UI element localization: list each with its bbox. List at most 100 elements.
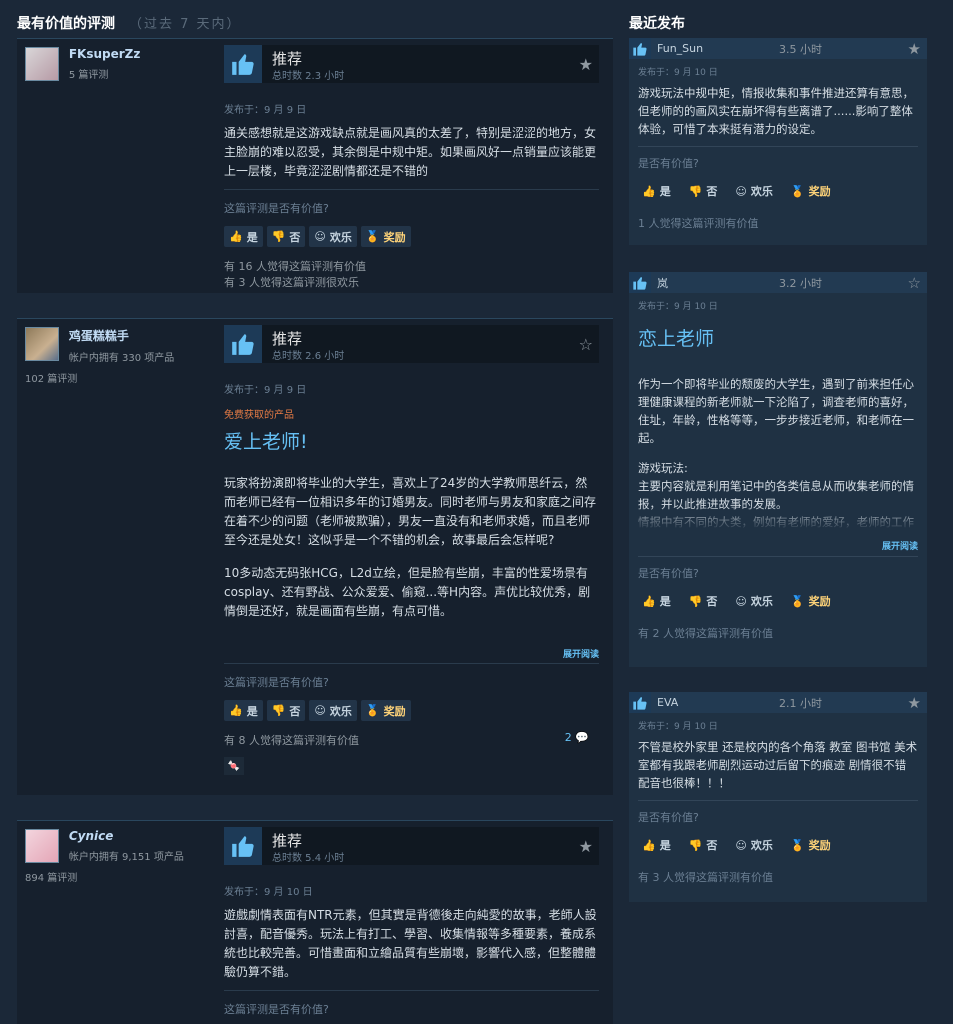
thumbs-up-icon: 👍 xyxy=(642,838,656,852)
recent-heading: 恋上老师 xyxy=(638,328,715,350)
thumbs-up-icon xyxy=(629,692,651,713)
recommend-label: 推荐 xyxy=(272,330,303,348)
author-review-count[interactable]: 102 篇评测 xyxy=(25,370,215,385)
recent-text: 作为一个即将毕业的颓废的大学生，遇到了前来担任心理健康课程的新老师就一下沦陷了，… xyxy=(638,377,914,445)
comment-icon: 💬 xyxy=(575,731,589,744)
divider xyxy=(224,189,599,190)
vote-no-button[interactable]: 👎 否 xyxy=(266,226,306,247)
recommendation-box: 推荐 总时数 2.6 小时 ☆ xyxy=(224,325,599,363)
recent-review-card: EVA 2.1 小时 ★ 发布于：9 月 10 日 不管是校外家里 还是校内的各… xyxy=(629,692,927,902)
helpful-question: 这篇评测是否有价值? xyxy=(224,202,329,215)
helpful-count: 有 8 人觉得这篇评测有价值 xyxy=(224,734,359,747)
helpful-count: 有 3 人觉得这篇评测有价值 xyxy=(638,871,773,884)
helpful-question: 这篇评测是否有价值? xyxy=(224,1003,329,1016)
expand-link[interactable]: 展开阅读 xyxy=(638,539,918,552)
award-icon: 🏅 xyxy=(790,838,805,852)
vote-no-button[interactable]: 👎 否 xyxy=(266,700,306,721)
award-button[interactable]: 🏅 奖励 xyxy=(360,226,411,247)
vote-no-button[interactable]: 👎 否 xyxy=(685,183,722,199)
award-button[interactable]: 🏅 奖励 xyxy=(787,593,835,609)
vote-yes-button[interactable]: 👍 是 xyxy=(638,183,675,199)
star-icon[interactable]: ★ xyxy=(579,55,593,74)
recent-author[interactable]: 岚 xyxy=(657,275,668,291)
author-products[interactable]: 帐户内拥有 330 项产品 xyxy=(69,349,174,364)
author-name[interactable]: 鸡蛋糕糕手 xyxy=(69,327,174,344)
thumbs-down-icon: 👎 xyxy=(688,838,703,852)
vote-funny-label: 欢乐 xyxy=(750,185,773,198)
thumbs-up-icon: 👍 xyxy=(229,230,243,243)
vote-yes-button[interactable]: 👍 是 xyxy=(224,226,263,247)
vote-funny-label: 欢乐 xyxy=(750,595,773,608)
divider xyxy=(638,556,918,557)
helpful-question: 是否有价值? xyxy=(638,811,699,824)
recent-playtime: 3.5 小时 xyxy=(779,42,822,56)
received-award-icon[interactable]: 🍬 xyxy=(224,757,244,775)
award-button[interactable]: 🏅 奖励 xyxy=(360,700,411,721)
most-helpful-title: 最有价值的评测 （过去 7 天内） xyxy=(17,13,242,33)
posted-date: 发布于：9 月 10 日 xyxy=(224,887,313,898)
avatar[interactable] xyxy=(25,327,59,361)
avatar[interactable] xyxy=(25,47,59,81)
author-review-count[interactable]: 5 篇评测 xyxy=(69,66,141,81)
vote-yes-button[interactable]: 👍 是 xyxy=(638,593,675,609)
author-products[interactable]: 帐户内拥有 9,151 项产品 xyxy=(69,848,184,863)
smiley-icon: ☺ xyxy=(314,230,326,243)
recent-text-2: 游戏玩法: 主要内容就是利用笔记中的各类信息从而收集老师的情报，并以此推进故事的… xyxy=(638,459,918,531)
vote-funny-button[interactable]: ☺ 欢乐 xyxy=(731,183,776,199)
star-icon[interactable]: ☆ xyxy=(908,274,921,292)
vote-funny-button[interactable]: ☺ 欢乐 xyxy=(731,593,776,609)
award-button[interactable]: 🏅 奖励 xyxy=(787,837,835,853)
thumbs-up-icon xyxy=(224,45,262,83)
vote-funny-button[interactable]: ☺ 欢乐 xyxy=(731,837,776,853)
review-heading: 爱上老师! xyxy=(224,431,308,453)
review-card: FKsuperZz 5 篇评测 推荐 总时数 2.3 小时 ★ 发布于：9 月 … xyxy=(17,38,613,293)
vote-funny-button[interactable]: ☺ 欢乐 xyxy=(309,700,357,721)
award-icon: 🏅 xyxy=(365,230,380,243)
recent-author[interactable]: Fun_Sun xyxy=(657,42,703,55)
star-icon[interactable]: ☆ xyxy=(579,335,593,354)
vote-no-label: 否 xyxy=(706,595,718,608)
author-name[interactable]: FKsuperZz xyxy=(69,47,141,61)
star-icon[interactable]: ★ xyxy=(908,40,921,58)
vote-yes-label: 是 xyxy=(246,704,258,718)
award-icon: 🏅 xyxy=(790,184,805,198)
award-label: 奖励 xyxy=(808,595,831,608)
smiley-icon: ☺ xyxy=(314,704,326,717)
review-text: 遊戲劇情表面有NTR元素，但其實是背德後走向純愛的故事，老師人設討喜，配音優秀。… xyxy=(224,908,597,979)
thumbs-up-icon xyxy=(224,325,262,363)
review-text-2: 10多动态无码张HCG，L2d立绘，但是脸有些崩，丰富的性爱场景有cosplay… xyxy=(224,566,591,618)
award-label: 奖励 xyxy=(808,185,831,198)
thumbs-up-icon xyxy=(629,38,651,59)
vote-yes-label: 是 xyxy=(659,595,671,608)
star-icon[interactable]: ★ xyxy=(908,694,921,712)
award-icon: 🏅 xyxy=(790,594,805,608)
thumbs-up-icon: 👍 xyxy=(642,184,656,198)
recent-posted: 发布于：9 月 10 日 xyxy=(638,302,718,312)
comment-count: 2 xyxy=(564,731,572,744)
thumbs-up-icon xyxy=(629,272,651,293)
review-text: 通关感想就是这游戏缺点就是画风真的太差了，特别是涩涩的地方，女主脸崩的难以忍受，… xyxy=(224,126,597,178)
review-author[interactable]: FKsuperZz 5 篇评测 xyxy=(25,47,215,81)
avatar[interactable] xyxy=(25,829,59,863)
thumbs-down-icon: 👎 xyxy=(271,230,286,243)
review-card: 鸡蛋糕糕手 帐户内拥有 330 项产品 102 篇评测 推荐 总时数 2.6 小… xyxy=(17,318,613,795)
author-name[interactable]: Cynice xyxy=(69,829,184,843)
expand-link[interactable]: 展开阅读 xyxy=(224,647,599,660)
vote-no-button[interactable]: 👎 否 xyxy=(685,593,722,609)
playtime: 总时数 5.4 小时 xyxy=(272,853,345,864)
award-button[interactable]: 🏅 奖励 xyxy=(787,183,835,199)
vote-yes-button[interactable]: 👍 是 xyxy=(224,700,263,721)
vote-no-button[interactable]: 👎 否 xyxy=(685,837,722,853)
vote-yes-button[interactable]: 👍 是 xyxy=(638,837,675,853)
recent-text: 游戏玩法中规中矩，情报收集和事件推进还算有意思，但老师的的画风实在崩坏得有些离谱… xyxy=(638,86,914,136)
review-author[interactable]: Cynice 帐户内拥有 9,151 项产品 894 篇评测 xyxy=(25,829,215,884)
recent-author[interactable]: EVA xyxy=(657,696,678,709)
vote-funny-button[interactable]: ☺ 欢乐 xyxy=(309,226,357,247)
review-author[interactable]: 鸡蛋糕糕手 帐户内拥有 330 项产品 102 篇评测 xyxy=(25,327,215,385)
author-review-count[interactable]: 894 篇评测 xyxy=(25,869,215,884)
vote-funny-label: 欢乐 xyxy=(329,704,352,718)
star-icon[interactable]: ★ xyxy=(579,837,593,856)
helpful-count: 有 16 人觉得这篇评测有价值 xyxy=(224,260,366,273)
vote-funny-label: 欢乐 xyxy=(750,839,773,852)
comment-count-link[interactable]: 2 💬 xyxy=(565,731,589,744)
